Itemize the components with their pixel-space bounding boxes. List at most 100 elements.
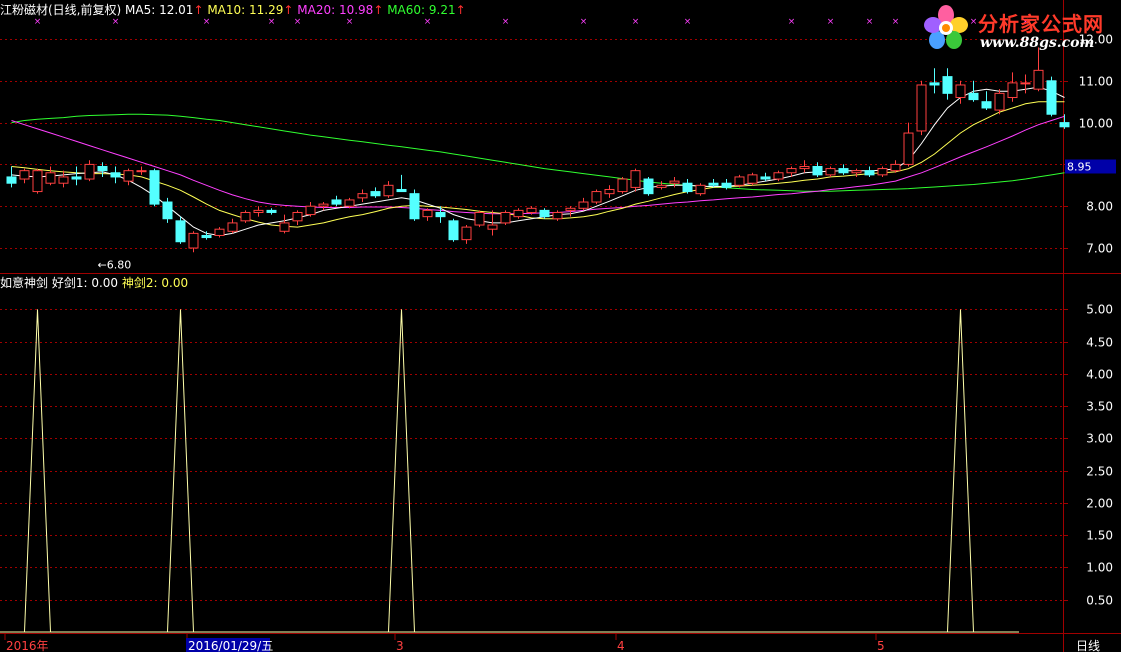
candle-body xyxy=(1020,82,1031,85)
candle-body xyxy=(422,209,433,218)
candle-body xyxy=(97,165,108,172)
ma20-label: MA20: 10.98 xyxy=(297,3,374,17)
stock-chart[interactable]: 7.008.009.0010.0011.0012.008.950.501.001… xyxy=(0,0,1121,652)
logo-title: 分析家公式网 xyxy=(978,12,1104,36)
candle-body xyxy=(461,226,472,241)
shen2-label: 神剑2: 0.00 xyxy=(121,276,189,290)
candle-body xyxy=(526,207,537,213)
period-label: 日线 xyxy=(1076,639,1100,652)
candle-body xyxy=(435,211,446,218)
candle-body xyxy=(643,178,654,195)
candle-body xyxy=(344,199,355,207)
signal-marker: × xyxy=(684,17,692,27)
candle-body xyxy=(877,168,888,176)
signal-marker: × xyxy=(34,17,42,27)
up-arrow-icon: ↑ xyxy=(193,3,204,17)
candle-body xyxy=(773,172,784,180)
candle-body xyxy=(916,84,927,132)
candle-body xyxy=(318,203,329,207)
candle-body xyxy=(201,234,212,239)
hao1-label: 好剑1: 0.00 xyxy=(51,276,119,290)
signal-marker: × xyxy=(112,17,120,27)
candle-body xyxy=(227,222,238,232)
signal-marker: × xyxy=(827,17,835,27)
site-logo: 分析家公式网 www.88gs.com xyxy=(918,2,1118,56)
signal-marker: × xyxy=(424,17,432,27)
candle-body xyxy=(617,178,628,193)
stock-title: 江粉磁材(日线,前复权) xyxy=(0,3,122,17)
candle-body xyxy=(370,191,381,197)
ind-ytick-label: 5.00 xyxy=(1086,303,1113,317)
signal-marker: × xyxy=(580,17,588,27)
xaxis-label: 2016/01/29/五 xyxy=(188,639,273,652)
candle-body xyxy=(903,132,914,165)
candle-body xyxy=(331,199,342,205)
candle-body xyxy=(864,170,875,176)
candle-body xyxy=(266,209,277,213)
low-price-annotation: ←6.80 xyxy=(98,258,132,271)
signal-marker: × xyxy=(502,17,510,27)
ma60-label: MA60: 9.21 xyxy=(387,3,456,17)
candle-body xyxy=(253,209,264,213)
indicator-name: 如意神剑 xyxy=(0,276,49,290)
ind-ytick-label: 0.50 xyxy=(1086,594,1113,608)
ma5-label: MA5: 12.01 xyxy=(125,3,194,17)
candle-body xyxy=(396,188,407,193)
candle-body xyxy=(188,232,199,249)
signal-marker: × xyxy=(346,17,354,27)
candle-body xyxy=(1033,69,1044,90)
candle-body xyxy=(71,176,82,180)
xaxis-label: 2016年 xyxy=(6,639,49,652)
ind-ytick-label: 2.00 xyxy=(1086,497,1113,511)
up-arrow-icon: ↑ xyxy=(455,3,466,17)
signal-marker: × xyxy=(294,17,302,27)
logo-url: www.88gs.com xyxy=(980,35,1095,51)
candle-body xyxy=(539,209,550,218)
main-chart-header: 江粉磁材(日线,前复权) MA5: 12.01↑ MA10: 11.29↑ MA… xyxy=(0,3,466,17)
up-arrow-icon: ↑ xyxy=(283,3,294,17)
candle-body xyxy=(474,211,485,226)
candle-body xyxy=(84,163,95,180)
ma10-label: MA10: 11.29 xyxy=(207,3,284,17)
candle-body xyxy=(942,76,953,94)
candle-body xyxy=(214,228,225,236)
candle-body xyxy=(838,168,849,174)
candle-body xyxy=(591,191,602,203)
indicator-header: 如意神剑 好剑1: 0.00 神剑2: 0.00 xyxy=(0,276,188,290)
candle-body xyxy=(45,172,56,184)
main-ytick-label: 7.00 xyxy=(1086,242,1113,256)
ind-ytick-label: 3.00 xyxy=(1086,432,1113,446)
candle-body xyxy=(409,193,420,220)
candle-body xyxy=(1059,122,1070,128)
candle-body xyxy=(825,168,836,176)
candle-body xyxy=(162,201,173,220)
candle-body xyxy=(565,207,576,211)
indicator-spike xyxy=(167,309,194,633)
candle-body xyxy=(58,176,69,184)
candle-body xyxy=(110,172,121,178)
current-price-label: 8.95 xyxy=(1067,160,1092,173)
candle-body xyxy=(19,170,30,180)
candle-body xyxy=(279,222,290,232)
flower-logo-icon xyxy=(924,5,968,49)
main-ytick-label: 10.00 xyxy=(1079,117,1113,131)
candle-body xyxy=(487,224,498,230)
candle-body xyxy=(604,188,615,195)
candle-body xyxy=(552,211,563,220)
candle-body xyxy=(305,205,316,216)
ind-ytick-label: 4.00 xyxy=(1086,368,1113,382)
signal-marker: × xyxy=(203,17,211,27)
candle-body xyxy=(383,184,394,197)
ind-ytick-label: 2.50 xyxy=(1086,465,1113,479)
candle-body xyxy=(968,92,979,101)
xaxis-label: 5 xyxy=(877,639,885,652)
candle-body xyxy=(513,209,524,218)
signal-marker: × xyxy=(632,17,640,27)
ind-ytick-label: 3.50 xyxy=(1086,400,1113,414)
candle-body xyxy=(890,163,901,172)
candle-body xyxy=(981,101,992,109)
xaxis-label: 3 xyxy=(396,639,404,652)
candle-body xyxy=(682,182,693,193)
candle-body xyxy=(1007,82,1018,99)
candle-body xyxy=(578,201,589,209)
